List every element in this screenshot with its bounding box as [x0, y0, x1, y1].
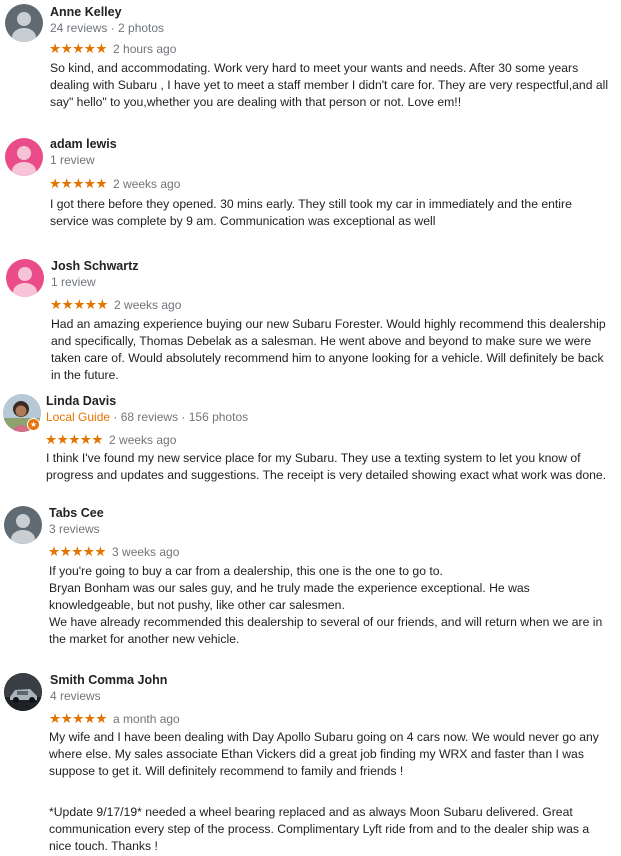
review-text-line: Bryan Bonham was our sales guy, and he t…: [49, 581, 530, 595]
reviewer-meta: 24 reviews · 2 photos: [50, 21, 165, 35]
review-text-line: If you're going to buy a car from a deal…: [49, 564, 443, 578]
review-rating: ★★★★★ 2 hours ago: [49, 41, 176, 57]
review-text-line: taken care of. Would absolutely recommen…: [51, 351, 604, 365]
review-text-line: where else. My sales associate Ethan Vic…: [49, 747, 584, 761]
star-rating-icon: ★★★★★: [45, 432, 104, 448]
review-text: I got there before they opened. 30 mins …: [50, 196, 572, 230]
review-text-line: I think I've found my new service place …: [46, 451, 581, 465]
review-text-line: Had an amazing experience buying our new…: [51, 317, 606, 331]
review-time: a month ago: [113, 712, 180, 726]
reviewer-name[interactable]: Smith Comma John: [50, 673, 167, 687]
person-silhouette-icon: [12, 146, 36, 176]
reviewer-name[interactable]: Tabs Cee: [49, 506, 104, 520]
review-rating: ★★★★★ 2 weeks ago: [50, 297, 181, 313]
review-text: Had an amazing experience buying our new…: [51, 316, 606, 384]
review-text-line: service was complete by 9 am. Communicat…: [50, 214, 436, 228]
reviewer-avatar[interactable]: [5, 138, 43, 176]
review-time: 2 weeks ago: [114, 298, 182, 312]
reviewer-meta: 1 review: [51, 275, 96, 289]
reviewer-meta: 3 reviews: [49, 522, 100, 536]
reviewer-meta-counts: · 68 reviews · 156 photos: [110, 410, 249, 424]
star-rating-icon: ★★★★★: [48, 544, 107, 560]
star-rating-icon: ★★★★★: [49, 176, 108, 192]
reviewer-name[interactable]: Josh Schwartz: [51, 259, 139, 273]
review-text: My wife and I have been dealing with Day…: [49, 729, 599, 855]
review-text-line: say" hello" to you,whether you are deali…: [50, 95, 462, 109]
review-text: So kind, and accommodating. Work very ha…: [50, 60, 608, 111]
review-time: 2 hours ago: [113, 42, 177, 56]
reviewer-meta: 1 review: [50, 153, 95, 167]
review-text: If you're going to buy a car from a deal…: [49, 563, 602, 648]
review-time: 2 weeks ago: [113, 177, 181, 191]
reviewer-meta: Local Guide · 68 reviews · 156 photos: [46, 410, 248, 424]
car-photo-icon: [4, 673, 42, 711]
reviewer-avatar[interactable]: [5, 4, 43, 42]
review-text-line: communication every step of the process.…: [49, 822, 590, 836]
reviewer-meta: 4 reviews: [50, 689, 101, 703]
star-rating-icon: ★★★★★: [49, 41, 108, 57]
star-rating-icon: ★★★★★: [50, 297, 109, 313]
review-text-line: in the future.: [51, 368, 119, 382]
reviewer-name[interactable]: Linda Davis: [46, 394, 116, 408]
review-text-line: progress and updates and suggestions. Th…: [46, 468, 607, 482]
person-silhouette-icon: [13, 267, 37, 297]
person-silhouette-icon: [12, 12, 36, 42]
review-text-line: knowledgeable, but not pushy, like other…: [49, 598, 345, 612]
reviewer-avatar[interactable]: [6, 259, 44, 297]
review-text-line: nice touch. Thanks !: [49, 839, 158, 853]
review-rating: ★★★★★ 2 weeks ago: [45, 432, 176, 448]
local-guide-star-icon: ★: [27, 418, 40, 431]
review-rating: ★★★★★ 3 weeks ago: [48, 544, 179, 560]
review-time: 3 weeks ago: [112, 545, 180, 559]
reviewer-avatar[interactable]: [4, 673, 42, 711]
review-text-line: We have already recommended this dealers…: [49, 615, 603, 629]
review-rating: ★★★★★ a month ago: [49, 711, 180, 727]
star-rating-icon: ★★★★★: [49, 711, 108, 727]
reviewer-avatar[interactable]: [4, 506, 42, 544]
review-rating: ★★★★★ 2 weeks ago: [49, 176, 180, 192]
person-silhouette-icon: [11, 514, 35, 544]
review-time: 2 weeks ago: [109, 433, 177, 447]
reviewer-name[interactable]: Anne Kelley: [50, 5, 122, 19]
review-text-line: *Update 9/17/19* needed a wheel bearing …: [49, 805, 573, 819]
review-text-line: suppose to get it. Will definitely recom…: [49, 764, 404, 778]
review-text-line: So kind, and accommodating. Work very ha…: [50, 61, 579, 75]
review-text-line: and specifically, Thomas Debelak as a sa…: [51, 334, 592, 348]
reviewer-name[interactable]: adam lewis: [50, 137, 117, 151]
review-text-line: I got there before they opened. 30 mins …: [50, 197, 572, 211]
review-text-line: the market for another new vehicle.: [49, 632, 240, 646]
review-text: I think I've found my new service place …: [46, 450, 606, 484]
review-text-line: My wife and I have been dealing with Day…: [49, 730, 599, 744]
local-guide-label: Local Guide: [46, 410, 111, 424]
review-text-line: [49, 780, 599, 797]
review-text-line: dealing with Subaru , I have yet to meet…: [50, 78, 609, 92]
